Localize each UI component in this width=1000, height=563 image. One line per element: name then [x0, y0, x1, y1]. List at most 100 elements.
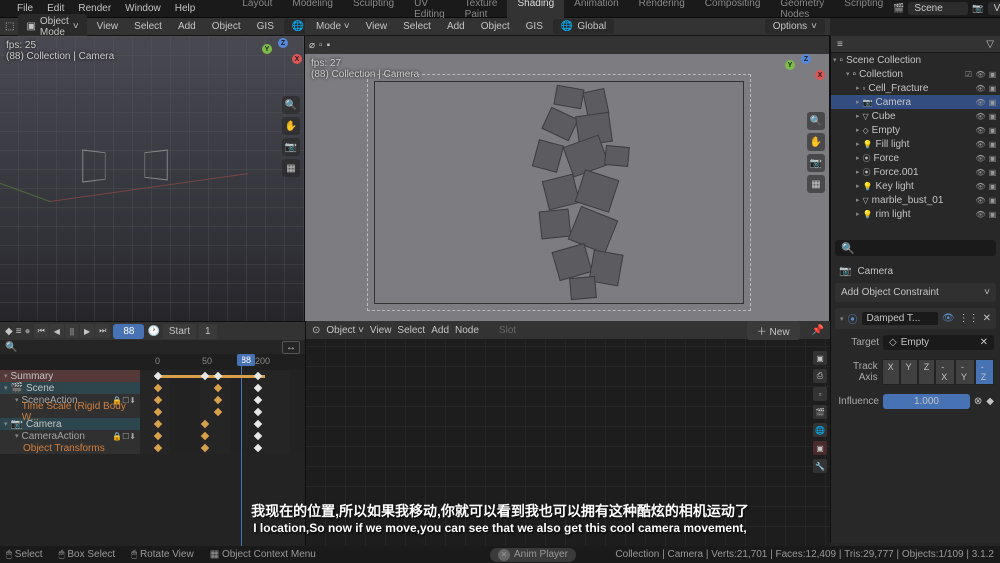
dope-scene[interactable]: ▾🎬Scene: [0, 382, 140, 394]
eye-icon[interactable]: 👁: [975, 153, 986, 164]
menu-edit[interactable]: Edit: [40, 3, 71, 14]
perspective-icon[interactable]: ▦: [807, 175, 825, 193]
sync-icon[interactable]: ↔: [282, 341, 300, 354]
keyframe-icon[interactable]: ◆: [986, 396, 994, 407]
dope-transforms[interactable]: Object Transforms: [0, 442, 140, 454]
influence-slider[interactable]: 1.000: [883, 394, 970, 409]
next-key-icon[interactable]: ▶: [80, 324, 94, 338]
cursor-icon[interactable]: ⌀: [309, 40, 315, 51]
pan-icon[interactable]: ✋: [807, 133, 825, 151]
pause-button[interactable]: ||: [65, 324, 79, 338]
filter-icon[interactable]: ▽: [986, 39, 994, 50]
render-icon[interactable]: ▣: [987, 195, 998, 206]
close-icon[interactable]: ✕: [980, 337, 988, 348]
prev-key-icon[interactable]: ◀: [50, 324, 64, 338]
options-dropdown[interactable]: Options ˅: [765, 19, 825, 34]
render-icon[interactable]: ▣: [987, 167, 998, 178]
anim-player-pill[interactable]: ✕ Anim Player: [490, 548, 576, 562]
mode-label[interactable]: Mode ˅: [310, 21, 356, 32]
jump-end-icon[interactable]: ⏭: [95, 324, 110, 338]
editor-type-icon[interactable]: ◆: [5, 326, 13, 337]
outliner-item-marble-bust-01[interactable]: ▸▽marble_bust_01👁▣: [831, 193, 1000, 207]
node-view[interactable]: View: [370, 325, 392, 336]
pan-icon[interactable]: ✋: [282, 117, 300, 135]
menu-view[interactable]: View: [91, 21, 125, 32]
time-ruler[interactable]: 0 50 88 200: [0, 354, 305, 370]
menu-view-r[interactable]: View: [360, 21, 394, 32]
scene-name-field[interactable]: [908, 2, 968, 15]
orientation-dropdown-r[interactable]: 🌐 Global: [553, 19, 614, 34]
outliner-item-camera[interactable]: ▸📷Camera👁▣: [831, 95, 1000, 109]
menu-select-r[interactable]: Select: [397, 21, 437, 32]
grip-icon[interactable]: ⋮⋮: [959, 313, 979, 324]
dope-timescale[interactable]: Time Scale (Rigid Body W...: [0, 406, 140, 418]
outliner-scene-collection[interactable]: ▾▫ Scene Collection: [831, 53, 1000, 67]
dope-cameraaction[interactable]: ▾CameraAction🔒☐⬇: [0, 430, 140, 442]
3d-viewport-left[interactable]: fps: 25 (88) Collection | Camera XYZ 🔍 ✋…: [0, 36, 305, 321]
track-nx[interactable]: -X: [935, 359, 955, 385]
zoom-icon[interactable]: 🔍: [282, 96, 300, 114]
track-z[interactable]: Z: [918, 359, 936, 385]
eye-icon[interactable]: 👁: [975, 167, 986, 178]
track-ny[interactable]: -Y: [955, 359, 975, 385]
menu-gis[interactable]: GIS: [251, 21, 280, 32]
tab-scene-icon[interactable]: 🎬: [813, 405, 827, 419]
menu-help[interactable]: Help: [168, 3, 203, 14]
node-mode[interactable]: Object ˅: [326, 325, 364, 336]
add-constraint-dropdown[interactable]: Add Object Constraint ˅: [835, 283, 996, 302]
outliner-collection[interactable]: ▾ ▫ Collection ☑👁▣: [831, 67, 1000, 81]
select-mode-icon[interactable]: ▫: [319, 40, 323, 51]
eye-icon[interactable]: 👁: [975, 181, 986, 192]
nav-gizmo[interactable]: XYZ: [264, 40, 300, 76]
tab-world-icon[interactable]: 🌐: [813, 423, 827, 437]
perspective-icon[interactable]: ▦: [282, 159, 300, 177]
camera-icon[interactable]: 📷: [282, 138, 300, 156]
dope-tracks[interactable]: [140, 370, 305, 454]
select-mode-icon2[interactable]: ▪: [327, 40, 331, 51]
render-icon[interactable]: ▣: [987, 83, 998, 94]
tab-modifier-icon[interactable]: 🔧: [813, 459, 827, 473]
render-icon[interactable]: ▣: [987, 97, 998, 108]
outliner-item-force-001[interactable]: ▸⦿Force.001👁▣: [831, 165, 1000, 179]
outliner-item-empty[interactable]: ▸◇Empty👁▣: [831, 123, 1000, 137]
menu-select[interactable]: Select: [128, 21, 168, 32]
eye-icon[interactable]: 👁: [975, 139, 986, 150]
camera-icon[interactable]: 📷: [807, 154, 825, 172]
new-material-button[interactable]: ＋ New: [747, 321, 800, 340]
eye-icon[interactable]: 👁: [975, 83, 986, 94]
slot-dropdown[interactable]: Slot: [499, 325, 516, 336]
close-icon[interactable]: ✕: [983, 313, 991, 324]
node-node[interactable]: Node: [455, 325, 479, 336]
eye-icon[interactable]: 👁: [975, 195, 986, 206]
3d-viewport-right[interactable]: ⌀ ▫ ▪ fps: 27 (88) Collection | Camera: [305, 36, 830, 321]
menu-render[interactable]: Render: [71, 3, 118, 14]
tab-scripting[interactable]: Scripting: [834, 0, 893, 22]
start-frame[interactable]: 1: [199, 324, 217, 339]
eye-icon[interactable]: 👁: [975, 209, 986, 220]
current-frame[interactable]: 88: [113, 324, 144, 339]
viewlayer-field[interactable]: [988, 2, 1000, 15]
track-nz[interactable]: -Z: [975, 359, 994, 385]
menu-window[interactable]: Window: [118, 3, 168, 14]
render-icon[interactable]: ▣: [987, 139, 998, 150]
expand-icon[interactable]: ▾: [840, 315, 844, 323]
tab-render-icon[interactable]: ▣: [813, 351, 827, 365]
eye-icon[interactable]: 👁: [975, 125, 986, 136]
menu-icon[interactable]: ≡: [16, 326, 22, 337]
track-y[interactable]: Y: [900, 359, 918, 385]
render-icon[interactable]: ▣: [987, 181, 998, 192]
eye-icon[interactable]: 👁: [975, 111, 986, 122]
outliner-icon[interactable]: ≡: [837, 39, 843, 50]
outliner-item-cell-fracture[interactable]: ▸▫Cell_Fracture👁▣: [831, 81, 1000, 95]
eye-icon[interactable]: 👁: [975, 97, 986, 108]
menu-add[interactable]: Add: [172, 21, 202, 32]
render-icon[interactable]: ▣: [987, 153, 998, 164]
editor-type-icon[interactable]: ⬚: [5, 21, 14, 32]
outliner-item-fill-light[interactable]: ▸💡Fill light👁▣: [831, 137, 1000, 151]
nav-gizmo-r[interactable]: XYZ: [787, 56, 823, 92]
outliner-item-rim-light[interactable]: ▸💡rim light👁▣: [831, 207, 1000, 221]
menu-object[interactable]: Object: [206, 21, 247, 32]
render-icon[interactable]: ▣: [987, 125, 998, 136]
playhead[interactable]: 88: [237, 354, 255, 366]
eye-icon[interactable]: 👁: [942, 313, 955, 324]
